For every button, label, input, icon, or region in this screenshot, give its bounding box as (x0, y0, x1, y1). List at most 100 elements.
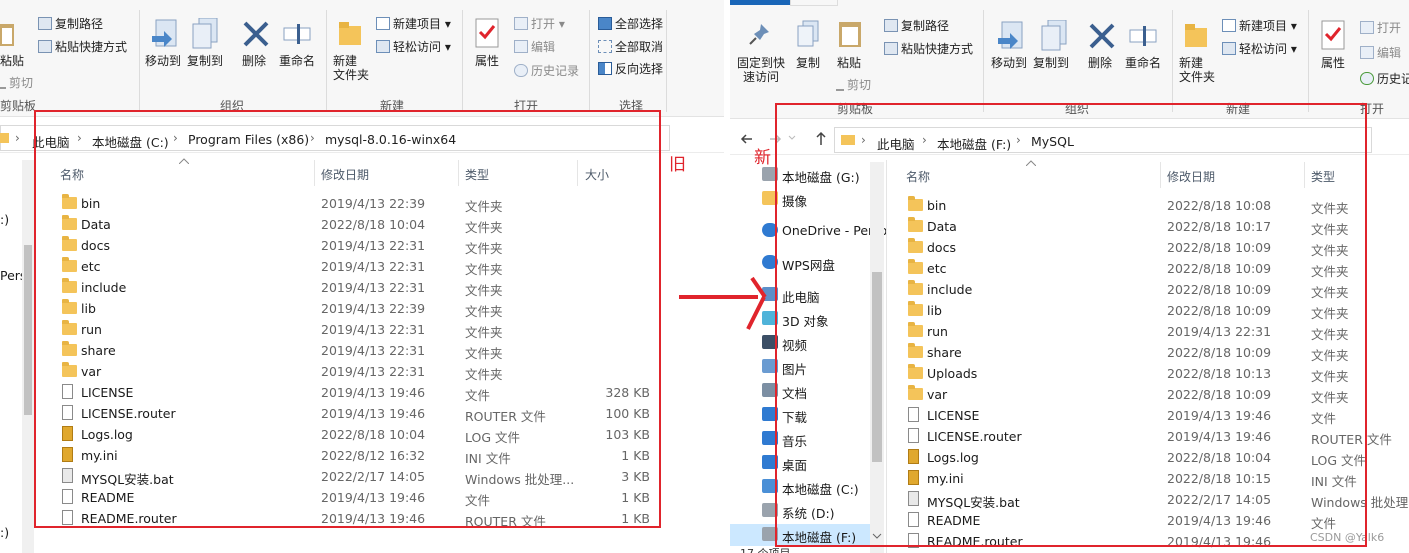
table-row[interactable]: docs 2019/4/13 22:31 文件夹 (60, 235, 660, 256)
column-divider[interactable] (1304, 162, 1305, 188)
copy-path-button[interactable]: 复制路径 (884, 19, 949, 33)
table-row[interactable]: Data 2022/8/18 10:04 文件夹 (60, 214, 660, 235)
open-button[interactable]: 打开 (1360, 21, 1401, 35)
copy-button[interactable]: 复制 (796, 56, 820, 70)
breadcrumb-program-files[interactable]: Program Files (x86) (188, 132, 309, 147)
table-row[interactable]: README 2019/4/13 19:46 文件 1 KB (60, 487, 660, 508)
nav-item[interactable]: 视频 (730, 332, 870, 354)
column-header-type[interactable]: 类型 (465, 166, 489, 183)
move-to-button[interactable]: 移动到 (145, 54, 181, 68)
column-header-size[interactable]: 大小 (585, 166, 609, 183)
table-row[interactable]: etc 2022/8/18 10:09 文件夹 (906, 258, 1406, 279)
table-row[interactable]: share 2019/4/13 22:31 文件夹 (60, 340, 660, 361)
new-folder-button[interactable]: 新建 文件夹 (1179, 56, 1215, 84)
column-divider[interactable] (1160, 162, 1161, 188)
column-header-date[interactable]: 修改日期 (1167, 168, 1215, 185)
column-divider[interactable] (314, 160, 315, 186)
properties-button[interactable]: 属性 (475, 54, 499, 68)
table-row[interactable]: Logs.log 2022/8/18 10:04 LOG 文件 (906, 447, 1406, 468)
table-row[interactable]: my.ini 2022/8/12 16:32 INI 文件 1 KB (60, 445, 660, 466)
paste-shortcut-button[interactable]: 粘贴快捷方式 (38, 40, 127, 54)
copy-to-button[interactable]: 复制到 (1033, 56, 1069, 70)
breadcrumb-drive-f[interactable]: 本地磁盘 (F:) (937, 134, 1011, 153)
paste-button[interactable]: 粘贴 (0, 54, 24, 68)
copy-to-button[interactable]: 复制到 (187, 54, 223, 68)
invert-selection-button[interactable]: 反向选择 (598, 62, 663, 76)
nav-item[interactable]: 本地磁盘 (C:) (730, 476, 870, 498)
table-row[interactable]: docs 2022/8/18 10:09 文件夹 (906, 237, 1406, 258)
column-header-date[interactable]: 修改日期 (321, 166, 369, 183)
nav-item[interactable]: 摄像 (730, 188, 870, 210)
table-row[interactable]: var 2019/4/13 22:31 文件夹 (60, 361, 660, 382)
address-box[interactable]: › 此电脑 › 本地磁盘 (F:) › MySQL (834, 127, 1372, 153)
history-button[interactable]: 历史记 (1360, 72, 1409, 86)
new-folder-button[interactable]: 新建 文件夹 (333, 54, 369, 82)
nav-item[interactable]: 本地磁盘 (G:) (730, 164, 870, 186)
nav-item[interactable]: 文档 (730, 380, 870, 402)
rename-button[interactable]: 重命名 (1125, 56, 1161, 70)
tab-file[interactable] (730, 0, 790, 5)
properties-button[interactable]: 属性 (1321, 56, 1345, 70)
easy-access-button[interactable]: 轻松访问 ▾ (376, 40, 451, 54)
select-none-button[interactable]: 全部取消 (598, 40, 663, 54)
table-row[interactable]: README.router 2019/4/13 19:46 ROUTER 文件 1 K… (60, 508, 660, 529)
nav-item[interactable]: WPS网盘 (730, 252, 870, 274)
table-row[interactable]: LICENSE.router 2019/4/13 19:46 ROUTER 文件 10… (60, 403, 660, 424)
nav-item-partial[interactable]: :) (0, 212, 9, 234)
back-arrow-icon[interactable] (740, 132, 754, 146)
column-header-name[interactable]: 名称 (906, 168, 930, 185)
edit-button[interactable]: 编辑 (514, 40, 555, 54)
column-divider[interactable] (458, 160, 459, 186)
delete-button[interactable]: 删除 (242, 54, 266, 68)
breadcrumb-mysql[interactable]: MySQL (1031, 134, 1074, 149)
pin-quick-access-button[interactable]: 固定到快 速访问 (737, 56, 785, 84)
rename-button[interactable]: 重命名 (279, 54, 315, 68)
table-row[interactable]: bin 2019/4/13 22:39 文件夹 (60, 193, 660, 214)
nav-item[interactable]: 下载 (730, 404, 870, 426)
breadcrumb-this-pc[interactable]: 此电脑 (32, 132, 70, 151)
table-row[interactable]: README 2019/4/13 19:46 文件 (906, 510, 1406, 531)
table-row[interactable]: MYSQL安装.bat 2022/2/17 14:05 Windows 批处理...… (60, 466, 660, 487)
paste-button[interactable]: 粘贴 (837, 56, 861, 70)
tab-home[interactable] (790, 0, 838, 6)
open-button[interactable]: 打开 ▾ (514, 17, 565, 31)
copy-path-button[interactable]: 复制路径 (38, 17, 103, 31)
breadcrumb-drive-c[interactable]: 本地磁盘 (C:) (92, 132, 169, 151)
nav-item-partial[interactable]: :) (0, 525, 9, 547)
nav-item[interactable]: 本地磁盘 (F:) (730, 524, 870, 546)
breadcrumb-mysql-folder[interactable]: mysql-8.0.16-winx64 (325, 132, 456, 147)
chevron-down-icon[interactable] (788, 134, 796, 142)
column-header-name[interactable]: 名称 (60, 166, 84, 183)
address-box[interactable]: › 此电脑 › 本地磁盘 (C:) › Program Files (x86) … (0, 125, 670, 151)
breadcrumb-this-pc[interactable]: 此电脑 (877, 134, 915, 153)
table-row[interactable]: lib 2019/4/13 22:39 文件夹 (60, 298, 660, 319)
table-row[interactable]: lib 2022/8/18 10:09 文件夹 (906, 300, 1406, 321)
table-row[interactable]: share 2022/8/18 10:09 文件夹 (906, 342, 1406, 363)
cut-button[interactable]: 剪切 (0, 74, 33, 90)
nav-item[interactable]: 图片 (730, 356, 870, 378)
new-item-button[interactable]: 新建项目 ▾ (376, 17, 451, 31)
table-row[interactable]: Data 2022/8/18 10:17 文件夹 (906, 216, 1406, 237)
chevron-down-icon[interactable] (872, 532, 882, 540)
table-row[interactable]: Uploads 2022/8/18 10:13 文件夹 (906, 363, 1406, 384)
table-row[interactable]: Logs.log 2022/8/18 10:04 LOG 文件 103 KB (60, 424, 660, 445)
delete-button[interactable]: 删除 (1088, 56, 1112, 70)
nav-item[interactable]: OneDrive - Perso (730, 220, 887, 242)
cut-button[interactable]: 剪切 (836, 76, 871, 92)
column-divider[interactable] (577, 160, 578, 186)
nav-scrollbar-thumb[interactable] (872, 272, 882, 462)
table-row[interactable]: LICENSE 2019/4/13 19:46 文件 328 KB (60, 382, 660, 403)
easy-access-button[interactable]: 轻松访问 ▾ (1222, 42, 1297, 56)
edit-button[interactable]: 编辑 (1360, 46, 1401, 60)
nav-item[interactable]: 音乐 (730, 428, 870, 450)
history-button[interactable]: 历史记录 (514, 64, 579, 78)
table-row[interactable]: run 2019/4/13 22:31 文件夹 (60, 319, 660, 340)
table-row[interactable]: include 2019/4/13 22:31 文件夹 (60, 277, 660, 298)
table-row[interactable]: LICENSE.router 2019/4/13 19:46 ROUTER 文件 (906, 426, 1406, 447)
table-row[interactable]: bin 2022/8/18 10:08 文件夹 (906, 195, 1406, 216)
select-all-button[interactable]: 全部选择 (598, 17, 663, 31)
table-row[interactable]: MYSQL安装.bat 2022/2/17 14:05 Windows 批处理... (906, 489, 1409, 510)
table-row[interactable]: run 2019/4/13 22:31 文件夹 (906, 321, 1406, 342)
table-row[interactable]: var 2022/8/18 10:09 文件夹 (906, 384, 1406, 405)
table-row[interactable]: my.ini 2022/8/18 10:15 INI 文件 (906, 468, 1406, 489)
